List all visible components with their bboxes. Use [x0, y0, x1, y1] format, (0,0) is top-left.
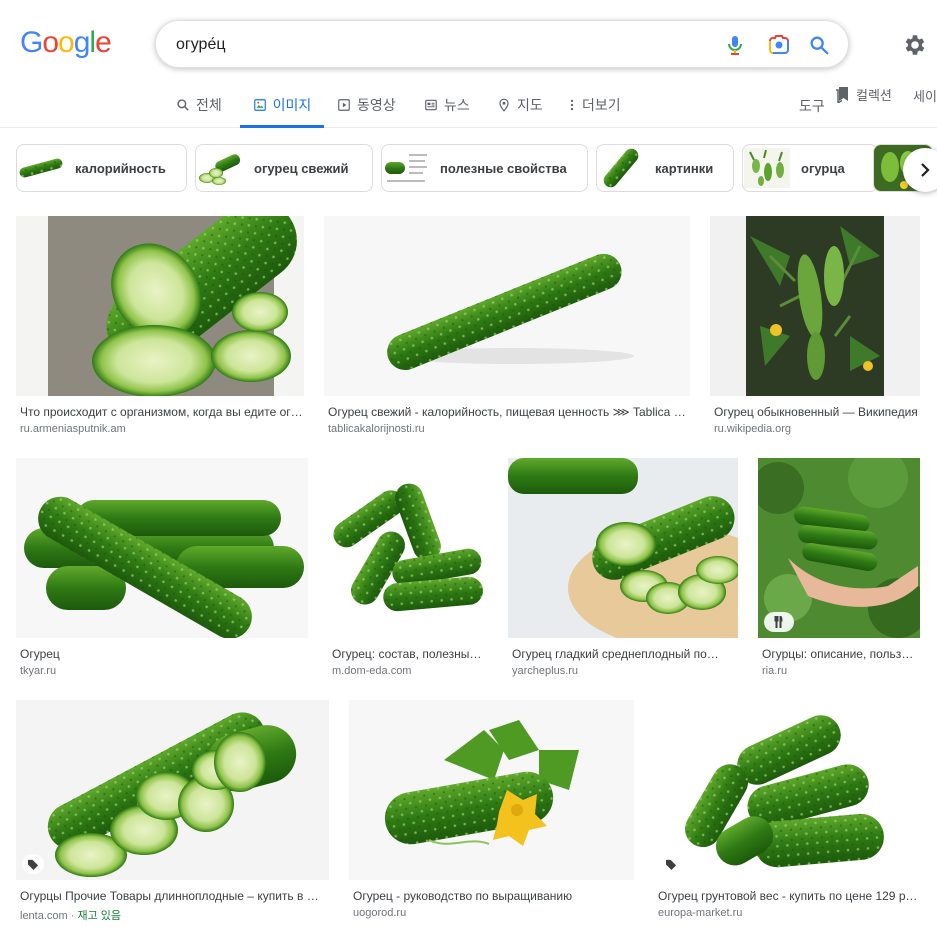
tab-news[interactable]: 뉴스 [424, 82, 470, 127]
search-input[interactable] [176, 33, 696, 57]
tab-videos-label: 동영상 [357, 96, 396, 113]
result-domain[interactable]: europa-market.ru [658, 907, 742, 919]
result-domain[interactable]: ru.wikipedia.org [714, 423, 791, 435]
chip-label: картинки [655, 160, 714, 176]
image-result[interactable]: Огурец: состав, полезные свойства m.dom-… [328, 458, 488, 680]
chip-thumbnail [743, 145, 791, 191]
result-thumbnail[interactable] [349, 700, 634, 880]
image-result[interactable]: Что происходит с организмом, когда вы ед… [16, 216, 304, 438]
image-result[interactable]: Огурец tkyar.ru [16, 458, 308, 680]
google-logo[interactable]: Google [20, 28, 112, 58]
result-thumbnail[interactable] [654, 700, 920, 880]
result-thumbnail[interactable] [508, 458, 738, 638]
result-thumbnail[interactable] [16, 458, 308, 638]
image-result[interactable]: Огурцы: описание, польза и вред ria.ru [758, 458, 920, 680]
safesearch-button[interactable]: 세이 [913, 86, 937, 105]
tools-button[interactable]: 도구 [799, 96, 825, 116]
image-result[interactable]: Огурец свежий - калорийность, пищевая це… [324, 216, 690, 438]
result-domain-with-stock: lenta.com · 재고 있음 [20, 910, 122, 922]
result-title[interactable]: Огурец грунтовой вес - купить по цене 12… [658, 889, 918, 903]
image-result[interactable]: Огурец грунтовой вес - купить по цене 12… [654, 700, 920, 922]
result-title[interactable]: Огурец свежий - калорийность, пищевая це… [328, 405, 688, 419]
tab-all-label: 전체 [196, 96, 222, 113]
tab-maps[interactable]: 지도 [497, 82, 543, 127]
chip-thumbnail [17, 145, 65, 191]
chip-label: огурца [801, 160, 845, 176]
result-domain[interactable]: yarcheplus.ru [512, 665, 578, 677]
map-pin-icon [499, 98, 509, 112]
result-domain[interactable]: tablicakalorijnosti.ru [328, 423, 425, 435]
result-thumbnail[interactable] [16, 700, 329, 880]
more-vert-icon [570, 99, 574, 110]
result-domain[interactable]: ria.ru [762, 665, 787, 677]
shopping-tag-badge [22, 854, 44, 874]
related-searches-chips: калорийность огурец свежий полезные свой… [16, 144, 937, 192]
result-domain[interactable]: uogorod.ru [353, 907, 406, 919]
search-box [155, 20, 849, 68]
chip-label: калорийность [75, 160, 166, 176]
result-title[interactable]: Огурцы: описание, польза и вред [762, 647, 918, 661]
tab-maps-label: 지도 [517, 96, 543, 113]
settings-gear-icon[interactable] [902, 32, 928, 58]
tab-more-label: 더보기 [582, 96, 621, 113]
tab-more[interactable]: 더보기 [568, 82, 621, 127]
chip-thumbnail [382, 145, 430, 191]
camera-lens-icon[interactable] [767, 33, 791, 57]
chip-pictures[interactable]: картинки [596, 144, 734, 192]
result-thumbnail[interactable] [324, 216, 690, 396]
tab-news-label: 뉴스 [444, 96, 470, 113]
in-stock-label: 재고 있음 [77, 910, 122, 922]
tab-images[interactable]: 이미지 [240, 82, 324, 128]
image-icon [253, 98, 266, 111]
result-thumbnail[interactable] [328, 458, 488, 638]
chip-thumbnail [597, 145, 645, 191]
chip-label: огурец свежий [254, 160, 349, 176]
result-title[interactable]: Огурец - руководство по выращиванию [353, 889, 633, 903]
collection-button[interactable]: 컬렉션 [836, 85, 892, 104]
result-title[interactable]: Огурцы Прочие Товары длинноплодные – куп… [20, 889, 325, 903]
result-domain[interactable]: tkyar.ru [20, 665, 56, 677]
chip-cucumbers[interactable]: огурца [742, 144, 878, 192]
tag-icon [27, 859, 38, 870]
chevron-right-icon [921, 163, 930, 177]
tab-images-label: 이미지 [272, 96, 312, 113]
fork-knife-icon [774, 616, 783, 628]
tag-icon [665, 859, 676, 870]
shopping-tag-badge [660, 854, 682, 874]
image-result[interactable]: Огурцы Прочие Товары длинноплодные – куп… [16, 700, 329, 922]
result-title[interactable]: Огурец: состав, полезные свойства [332, 647, 488, 661]
result-domain[interactable]: ru.armeniasputnik.am [20, 423, 126, 435]
recipe-badge [764, 612, 794, 632]
image-result[interactable]: Огурец гладкий среднеплодный по… yarchep… [508, 458, 738, 680]
chip-thumbnail [196, 145, 244, 191]
news-icon [425, 99, 437, 110]
result-title[interactable]: Что происходит с организмом, когда вы ед… [20, 405, 304, 419]
image-result[interactable]: Огурец - руководство по выращиванию uogo… [349, 700, 634, 922]
tab-videos[interactable]: 동영상 [337, 82, 396, 127]
result-thumbnail[interactable] [710, 216, 920, 396]
chip-calories[interactable]: калорийность [16, 144, 187, 192]
chip-useful-properties[interactable]: полезные свойства [381, 144, 588, 192]
result-thumbnail[interactable] [758, 458, 920, 638]
result-thumbnail[interactable] [16, 216, 304, 396]
search-tabs: 전체 이미지 동영상 뉴스 지도 더보기 [0, 82, 937, 128]
video-icon [338, 98, 350, 111]
chip-label: полезные свойства [440, 160, 567, 176]
result-title[interactable]: Огурец [20, 647, 308, 661]
result-domain[interactable]: lenta.com [20, 910, 68, 922]
tab-all[interactable]: 전체 [176, 82, 222, 127]
result-domain[interactable]: m.dom-eda.com [332, 665, 411, 677]
search-icon[interactable] [807, 33, 831, 57]
image-result[interactable]: Огурец обыкновенный — Википедия ru.wikip… [710, 216, 920, 438]
bookmark-icon [836, 86, 848, 103]
result-title[interactable]: Огурец гладкий среднеплодный по… [512, 647, 738, 661]
collection-label: 컬렉션 [856, 88, 892, 103]
search-icon [177, 98, 189, 111]
microphone-icon[interactable] [723, 33, 747, 57]
chip-fresh-cucumber[interactable]: огурец свежий [195, 144, 373, 192]
result-title[interactable]: Огурец обыкновенный — Википедия [714, 405, 918, 419]
